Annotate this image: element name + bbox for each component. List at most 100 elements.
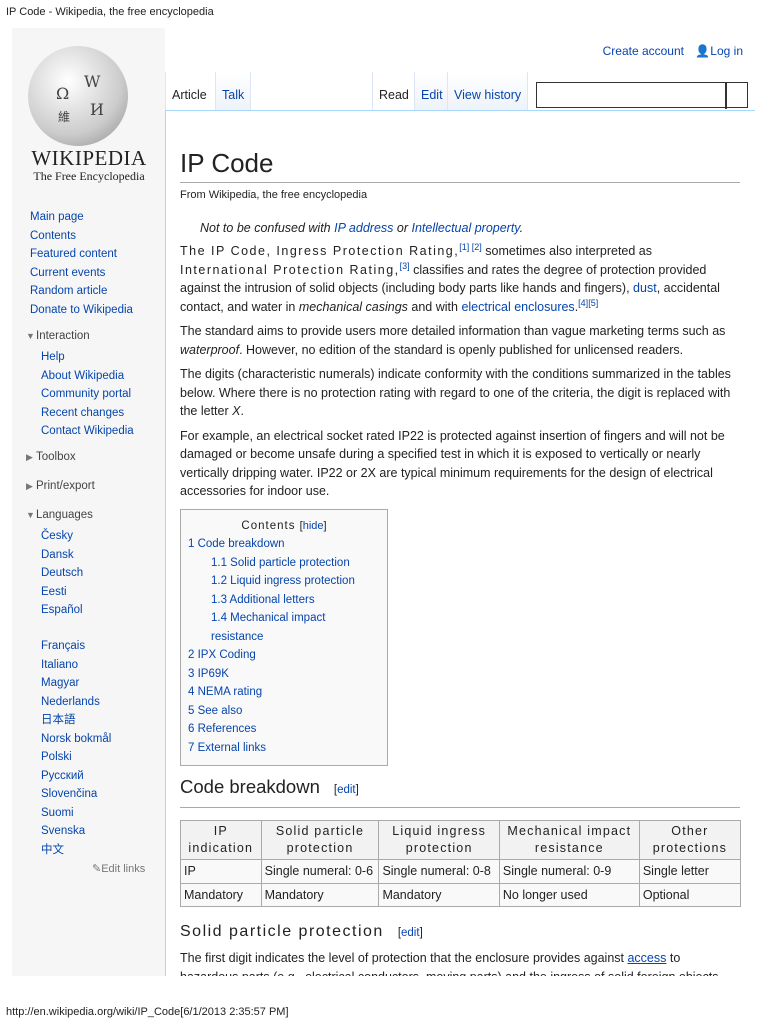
language-link[interactable]: Deutsch — [41, 564, 83, 583]
triangle-right-icon: ▶ — [26, 481, 33, 491]
language-link[interactable]: 日本語 — [41, 711, 111, 730]
ref-link[interactable]: [3] — [400, 260, 410, 270]
edit-links-label: Edit links — [101, 863, 146, 875]
site-sub: From Wikipedia, the free encyclopedia — [180, 189, 368, 201]
toolbox-portlet-toggle[interactable]: ▶ Toolbox — [26, 451, 76, 463]
column-header: Solid particle protection — [260, 820, 380, 860]
sidebar-interaction-link[interactable]: Recent changes — [41, 404, 134, 423]
main-nav: Main page Contents Featured content Current… — [30, 208, 133, 319]
interaction-portlet-toggle[interactable]: ▼Interaction — [26, 330, 90, 342]
language-link[interactable]: Norsk bokmål — [41, 730, 111, 749]
edit-links[interactable]: ✎Edit links — [92, 862, 145, 875]
toc-item[interactable]: 3 IP69K — [188, 665, 380, 684]
tab-talk[interactable]: Talk — [215, 72, 252, 110]
table-row: IP Single numeral: 0-6 Single numeral: 0-8… — [180, 859, 742, 884]
triangle-down-icon: ▼ — [26, 331, 35, 341]
toc-item[interactable]: 2 IPX Coding — [188, 646, 380, 665]
ref-link[interactable]: [4] — [578, 297, 588, 307]
text: The first digit indicates the level of p… — [180, 951, 628, 965]
toc-item[interactable]: 4 NEMA rating — [188, 683, 380, 702]
toc-item[interactable]: 7 External links — [188, 739, 380, 758]
sidebar-nav-link[interactable]: Random article — [30, 282, 133, 301]
wikipedia-wordmark[interactable]: WIKIPEDIA The Free Encyclopedia — [30, 146, 148, 184]
wordmark-text: WIKIPEDIA — [31, 146, 147, 170]
search-button[interactable] — [725, 83, 747, 109]
toc-item[interactable]: 1.3 Additional letters — [211, 591, 380, 610]
language-link[interactable]: Suomi — [41, 804, 111, 823]
sidebar-nav-link[interactable]: Contents — [30, 227, 133, 246]
sidebar-interaction-link[interactable]: Community portal — [41, 385, 134, 404]
language-link[interactable]: Česky — [41, 527, 83, 546]
toc-item[interactable]: 1.2 Liquid ingress protection — [211, 572, 380, 591]
language-link[interactable]: Italiano — [41, 656, 111, 675]
tab-read[interactable]: Read — [372, 72, 415, 110]
language-link[interactable]: Русский — [41, 767, 111, 786]
intellectual-property-link[interactable]: Intellectual property — [411, 221, 519, 235]
dust-link[interactable]: dust — [633, 281, 657, 295]
print-portlet-toggle[interactable]: ▶ Print/export — [26, 480, 95, 492]
text: . However, no edition of the standard is… — [239, 342, 684, 357]
language-link[interactable]: Dansk — [41, 546, 83, 565]
ref-link[interactable]: [1] — [459, 242, 469, 252]
sidebar-nav-link[interactable]: Donate to Wikipedia — [30, 301, 133, 320]
sidebar-interaction-link[interactable]: About Wikipedia — [41, 367, 134, 386]
heading-text: Solid particle protection — [180, 923, 384, 940]
sidebar-interaction-link[interactable]: Help — [41, 348, 134, 367]
electrical-enclosures-link[interactable]: electrical enclosures — [461, 300, 574, 314]
toc-item[interactable]: 6 References — [188, 720, 380, 739]
text: . — [519, 220, 524, 235]
edit-section-link[interactable]: edit — [401, 927, 420, 939]
languages-nav-more: Français Italiano Magyar Nederlands 日本語 Norsk… — [41, 637, 111, 859]
ref-link[interactable]: [5] — [588, 297, 598, 307]
toc-item[interactable]: 1.1 Solid particle protection — [211, 554, 380, 573]
table-cell: Optional — [638, 882, 742, 907]
create-account-link[interactable]: Create account — [603, 44, 684, 58]
code-breakdown-table: IP indication Solid particle protection Li… — [180, 820, 742, 907]
language-link[interactable]: 中文 — [41, 841, 111, 860]
sidebar-nav-link[interactable]: Featured content — [30, 245, 133, 264]
language-link[interactable]: Español — [41, 601, 83, 620]
text: The standard aims to provide users more … — [180, 324, 726, 338]
table-cell: Single numeral: 0-8 — [378, 859, 500, 884]
table-cell: No longer used — [498, 882, 640, 907]
heading-text: Code breakdown — [180, 776, 320, 797]
table-cell: Mandatory — [180, 882, 262, 907]
toc-item[interactable]: 1 Code breakdown — [188, 535, 380, 554]
portlet-label: Toolbox — [36, 451, 76, 463]
language-link[interactable]: Slovenčina — [41, 785, 111, 804]
toc-list: 1 Code breakdown 1.1 Solid particle prote… — [188, 535, 380, 757]
ip-address-link[interactable]: IP address — [334, 221, 393, 235]
column-header: Mechanical impact resistance — [498, 820, 640, 860]
language-link[interactable]: Eesti — [41, 583, 83, 602]
sidebar-nav-link[interactable]: Current events — [30, 264, 133, 283]
tab-view-history[interactable]: View history — [447, 72, 529, 110]
tab-edit[interactable]: Edit — [414, 72, 449, 110]
access-link[interactable]: access — [627, 951, 666, 965]
sidebar-nav-link[interactable]: Main page — [30, 208, 133, 227]
language-link[interactable]: Nederlands — [41, 693, 111, 712]
language-link[interactable]: Polski — [41, 748, 111, 767]
text: mechanical casings — [298, 299, 408, 314]
paragraph: The first digit indicates the level of p… — [180, 949, 740, 976]
ref-link[interactable]: [2] — [472, 242, 482, 252]
login-link[interactable]: Log in — [710, 44, 743, 58]
languages-nav: Česky Dansk Deutsch Eesti Español — [41, 527, 83, 620]
language-link[interactable]: Svenska — [41, 822, 111, 841]
tab-article[interactable]: Article — [165, 72, 213, 110]
languages-portlet-toggle[interactable]: ▼Languages — [26, 509, 93, 521]
portlet-label: Interaction — [36, 330, 90, 342]
toc-title: Contents [hide] — [241, 519, 327, 532]
personal-tools: Create account 👤Log in — [603, 44, 743, 58]
sidebar-interaction-link[interactable]: Contact Wikipedia — [41, 422, 134, 441]
section-heading-solid-particle: Solid particle protection [edit] — [180, 923, 423, 940]
search-input[interactable] — [537, 83, 725, 105]
toc-item[interactable]: 1.4 Mechanical impact resistance — [211, 609, 380, 646]
language-link[interactable]: Français — [41, 637, 111, 656]
edit-section-link[interactable]: edit — [337, 784, 356, 796]
text: and with — [407, 299, 462, 314]
wikipedia-globe-logo[interactable]: ΩWИ維 — [28, 46, 128, 146]
language-link[interactable]: Magyar — [41, 674, 111, 693]
toc-item[interactable]: 5 See also — [188, 702, 380, 721]
toc-hide-link[interactable]: hide — [303, 520, 324, 532]
table-of-contents: Contents [hide] 1 Code breakdown 1.1 Soli… — [180, 508, 388, 766]
